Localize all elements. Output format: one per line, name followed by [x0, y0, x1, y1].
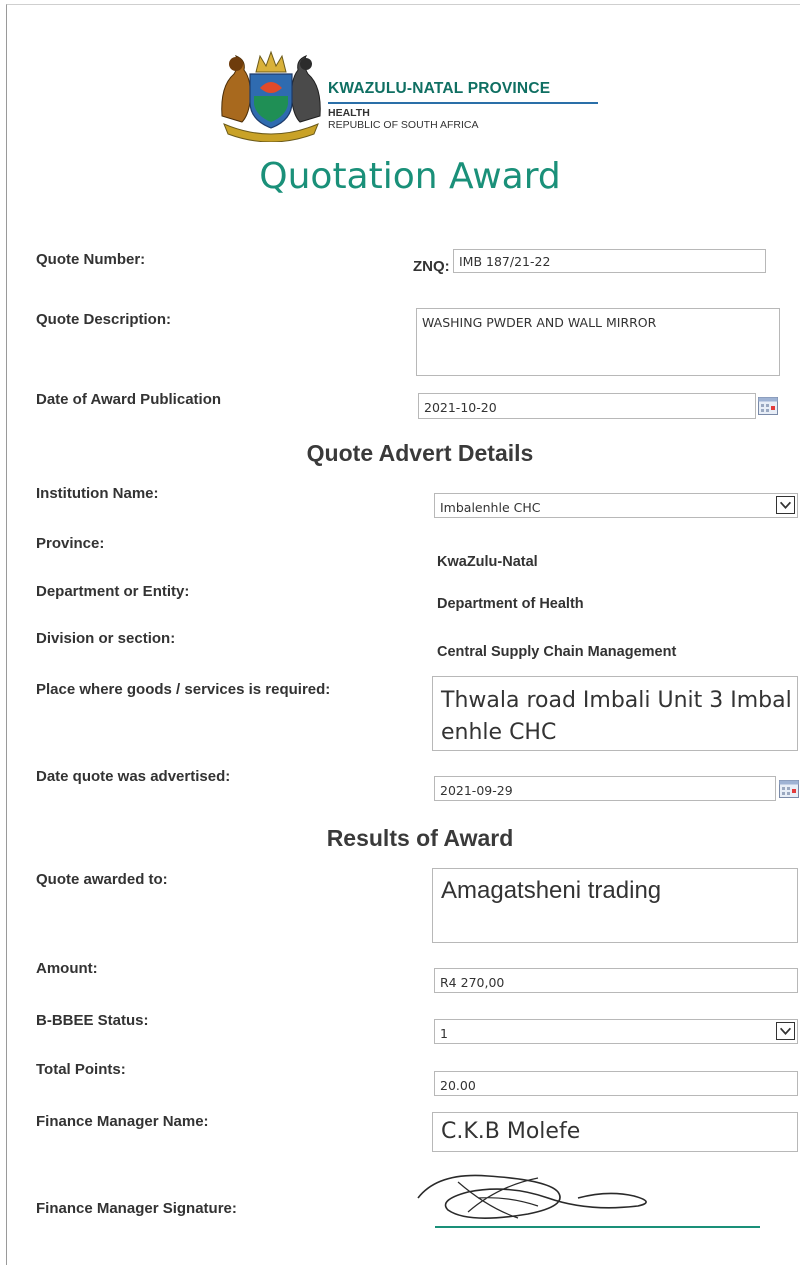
results-heading: Results of Award [326, 825, 514, 851]
page-title: Quotation Award [259, 156, 561, 197]
znq-prefix: ZNQ: [413, 258, 450, 275]
advert-heading: Quote Advert Details [306, 440, 534, 466]
coat-of-arms-icon [221, 50, 321, 142]
division-label: Division or section: [36, 630, 176, 647]
awarded-label: Quote awarded to: [36, 871, 168, 888]
department-label: Department or Entity: [36, 583, 190, 600]
fm-name-field[interactable]: C.K.B Molefe [432, 1112, 798, 1152]
quote-description-field[interactable]: WASHING PWDER AND WALL MIRROR [416, 308, 780, 376]
department-name: HEALTH [328, 107, 370, 119]
place-line-1: Thwala road Imbali Unit 3 Imbal [441, 688, 792, 713]
bbbee-select[interactable]: 1 [434, 1019, 798, 1044]
award-date-label: Date of Award Publication [36, 391, 222, 408]
country-name: REPUBLIC OF SOUTH AFRICA [328, 119, 479, 131]
calendar-icon[interactable] [779, 780, 799, 798]
advertised-date-field[interactable]: 2021-09-29 [434, 776, 776, 801]
header: KWAZULU-NATAL PROVINCE HEALTH REPUBLIC O… [216, 46, 616, 142]
chevron-down-icon[interactable] [776, 496, 795, 514]
fm-signature-label: Finance Manager Signature: [36, 1200, 237, 1217]
quote-description-label: Quote Description: [36, 311, 172, 328]
signature-line [435, 1226, 760, 1228]
province-label: Province: [36, 535, 105, 552]
place-field[interactable]: Thwala road Imbali Unit 3 Imbal enhle CH… [432, 676, 798, 751]
province-name: KWAZULU-NATAL PROVINCE [328, 80, 551, 97]
points-field[interactable]: 20.00 [434, 1071, 798, 1096]
province-value: KwaZulu-Natal [437, 554, 538, 570]
advertised-label: Date quote was advertised: [36, 768, 231, 785]
signature-image [417, 1174, 647, 1219]
amount-field[interactable]: R4 270,00 [434, 968, 798, 993]
department-value: Department of Health [437, 596, 584, 612]
place-line-2: enhle CHC [441, 720, 557, 745]
institution-select[interactable]: Imbalenhle CHC [434, 493, 798, 518]
header-rule [328, 102, 598, 104]
awarded-field[interactable]: Amagatsheni trading [432, 868, 798, 943]
amount-label: Amount: [36, 960, 98, 977]
institution-label: Institution Name: [36, 485, 159, 502]
award-date-field[interactable]: 2021-10-20 [418, 393, 756, 419]
division-value: Central Supply Chain Management [437, 644, 677, 660]
points-label: Total Points: [36, 1061, 126, 1078]
chevron-down-icon[interactable] [776, 1022, 795, 1040]
quote-number-label: Quote Number: [36, 251, 146, 268]
bbbee-label: B-BBEE Status: [36, 1012, 149, 1029]
fm-name-label: Finance Manager Name: [36, 1113, 209, 1130]
place-label: Place where goods / services is required… [36, 681, 331, 698]
quote-number-field[interactable]: IMB 187/21-22 [453, 249, 766, 273]
calendar-icon[interactable] [758, 397, 778, 415]
